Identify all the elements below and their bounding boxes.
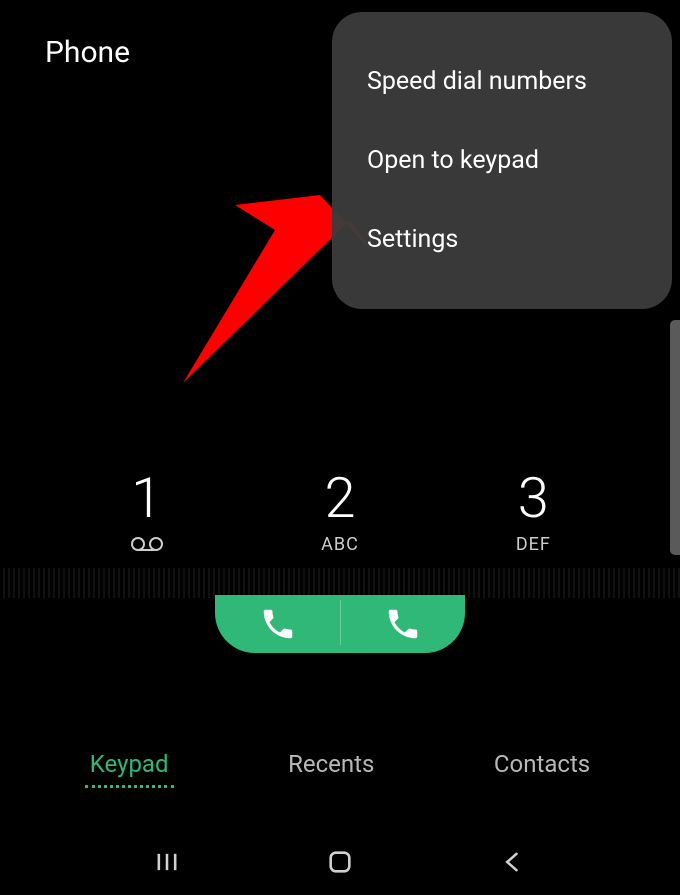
phone-icon (384, 605, 422, 643)
keypad-key-1[interactable]: 1 (87, 470, 207, 556)
key-number: 3 (518, 470, 549, 526)
system-nav-bar (0, 848, 680, 880)
keypad-key-3[interactable]: 3 DEF (473, 470, 593, 556)
back-nav-icon[interactable] (499, 848, 527, 880)
call-divider (340, 600, 341, 645)
tab-keypad[interactable]: Keypad (85, 740, 174, 788)
home-nav-icon[interactable] (326, 848, 354, 880)
voicemail-icon (131, 536, 163, 556)
keypad-key-2[interactable]: 2 ABC (280, 470, 400, 556)
key-letters: ABC (321, 534, 359, 555)
key-number: 1 (131, 470, 162, 526)
tab-contacts[interactable]: Contacts (489, 740, 595, 788)
key-number: 2 (324, 470, 355, 526)
bottom-tabs: Keypad Recents Contacts (0, 740, 680, 788)
key-letters: DEF (516, 534, 551, 555)
menu-item-speed-dial[interactable]: Speed dial numbers (332, 42, 672, 121)
recents-nav-icon[interactable] (153, 848, 181, 880)
tab-recents[interactable]: Recents (283, 740, 379, 788)
call-button[interactable] (215, 595, 465, 653)
options-dropdown-menu: Speed dial numbers Open to keypad Settin… (332, 12, 672, 309)
menu-item-open-keypad[interactable]: Open to keypad (332, 121, 672, 200)
phone-icon (259, 605, 297, 643)
divider-texture (0, 568, 680, 598)
call-button-row (0, 595, 680, 653)
menu-item-settings[interactable]: Settings (332, 200, 672, 279)
keypad-row: 1 2 ABC 3 DEF (0, 470, 680, 556)
